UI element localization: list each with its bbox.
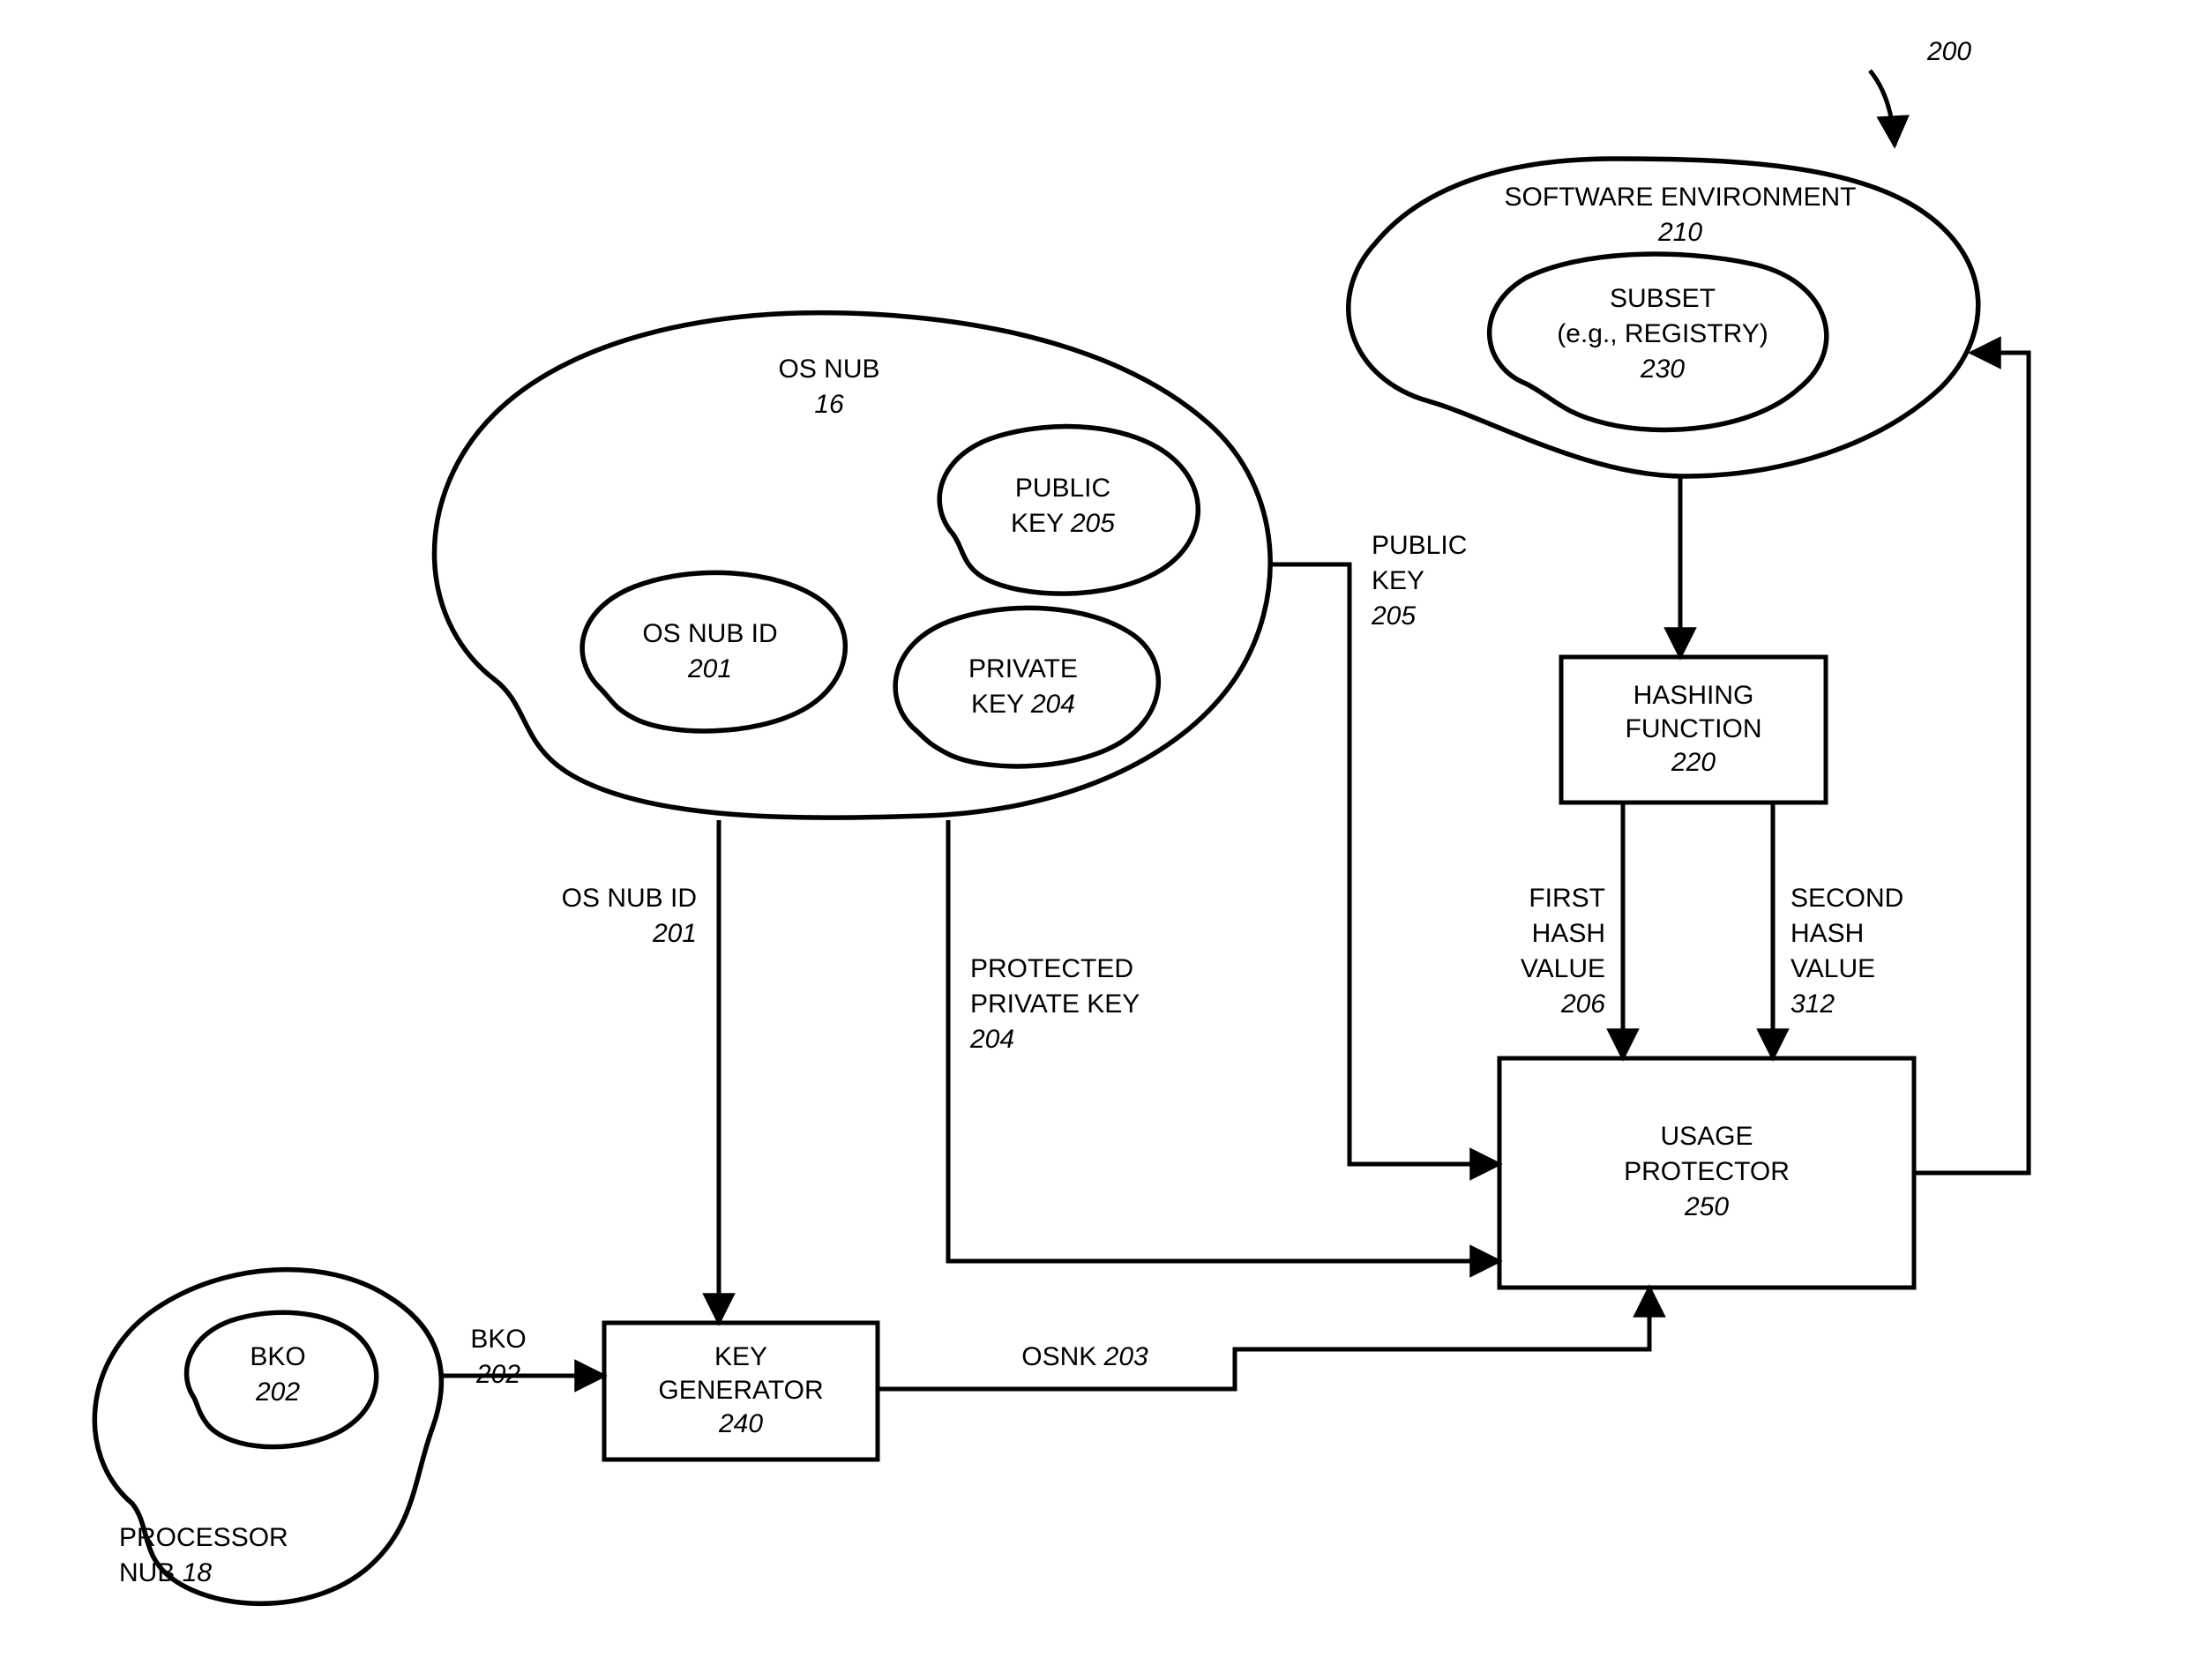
edge-bko-ref: 202: [475, 1360, 520, 1389]
edge-osnubid-l: OS NUB ID: [562, 884, 697, 913]
osnubid-l: OS NUB ID: [642, 619, 777, 648]
hash-ref: 220: [1671, 748, 1716, 777]
second-hash-l1: SECOND: [1791, 884, 1903, 913]
usage-ref: 250: [1684, 1192, 1729, 1221]
diagram-canvas: 200 SOFTWARE ENVIRONMENT 210 SUBSET (e.g…: [0, 0, 2198, 1680]
subset-l2: (e.g., REGISTRY): [1557, 319, 1768, 348]
subset-l1: SUBSET: [1610, 284, 1716, 313]
edge-usage-to-env: [1914, 353, 2029, 1173]
edge-pub-l1: PUBLIC: [1372, 531, 1467, 560]
key-gen-l2: GENERATOR: [658, 1376, 823, 1405]
edge-prot-ref: 204: [969, 1025, 1014, 1054]
os-nub: OS NUB 16 PUBLIC KEY 205 OS NUB ID 201 P…: [435, 313, 1271, 818]
osnubid-ref: 201: [687, 654, 732, 683]
os-nub-ref: 16: [814, 390, 844, 419]
second-hash-l3: VALUE: [1791, 954, 1875, 983]
public-key-l1: PUBLIC: [1015, 474, 1110, 503]
edge-osnubid-ref: 201: [652, 919, 697, 948]
software-environment: SOFTWARE ENVIRONMENT 210 SUBSET (e.g., R…: [1349, 159, 1978, 476]
usage-l2: PROTECTOR: [1624, 1157, 1790, 1186]
edge-protected-key: [948, 820, 1499, 1261]
edge-pub-l2: KEY: [1372, 566, 1424, 595]
software-env-title: SOFTWARE ENVIRONMENT: [1505, 183, 1857, 212]
software-env-ref: 210: [1657, 218, 1702, 247]
first-hash-l1: FIRST: [1529, 884, 1605, 913]
figure-ref: 200: [1870, 37, 1971, 146]
usage-protector: USAGE PROTECTOR 250: [1499, 1058, 1914, 1288]
processor-nub-l1: PROCESSOR: [119, 1523, 288, 1552]
key-generator: KEY GENERATOR 240: [604, 1323, 878, 1460]
usage-l1: USAGE: [1660, 1122, 1753, 1151]
hash-l2: FUNCTION: [1626, 714, 1762, 743]
first-hash-l2: HASH: [1532, 919, 1605, 948]
edge-public-key: [1270, 564, 1499, 1164]
private-key-blob: [895, 608, 1158, 766]
figure-ref-arrow: [1870, 71, 1895, 146]
edge-pub-ref: 205: [1371, 601, 1416, 631]
edge-osnk-l: OSNK 203: [1021, 1342, 1148, 1371]
figure-ref-label: 200: [1926, 37, 1971, 66]
edge-bko-l: BKO: [470, 1325, 526, 1354]
bko-ref: 202: [255, 1378, 300, 1407]
second-hash-ref: 312: [1791, 989, 1835, 1019]
public-key-l2: KEY 205: [1011, 509, 1115, 538]
osnubid-blob: [582, 572, 845, 731]
private-key-l1: PRIVATE: [968, 654, 1078, 683]
private-key-l2: KEY 204: [971, 690, 1075, 719]
processor-nub-l2: NUB 18: [119, 1558, 212, 1587]
key-gen-l1: KEY: [714, 1342, 767, 1371]
edge-osnk: [878, 1288, 1649, 1389]
edge-prot-l1: PROTECTED: [970, 954, 1133, 983]
first-hash-l3: VALUE: [1521, 954, 1605, 983]
os-nub-title: OS NUB: [778, 355, 879, 384]
hashing-function: HASHING FUNCTION 220: [1561, 657, 1826, 803]
bko-l: BKO: [250, 1342, 305, 1371]
second-hash-l2: HASH: [1791, 919, 1864, 948]
key-gen-ref: 240: [718, 1409, 763, 1438]
subset-ref: 230: [1640, 355, 1685, 384]
edge-prot-l2: PRIVATE KEY: [970, 989, 1140, 1019]
hash-l1: HASHING: [1634, 681, 1754, 710]
processor-nub: PROCESSOR NUB 18 BKO 202: [94, 1270, 441, 1604]
first-hash-ref: 206: [1560, 989, 1605, 1019]
